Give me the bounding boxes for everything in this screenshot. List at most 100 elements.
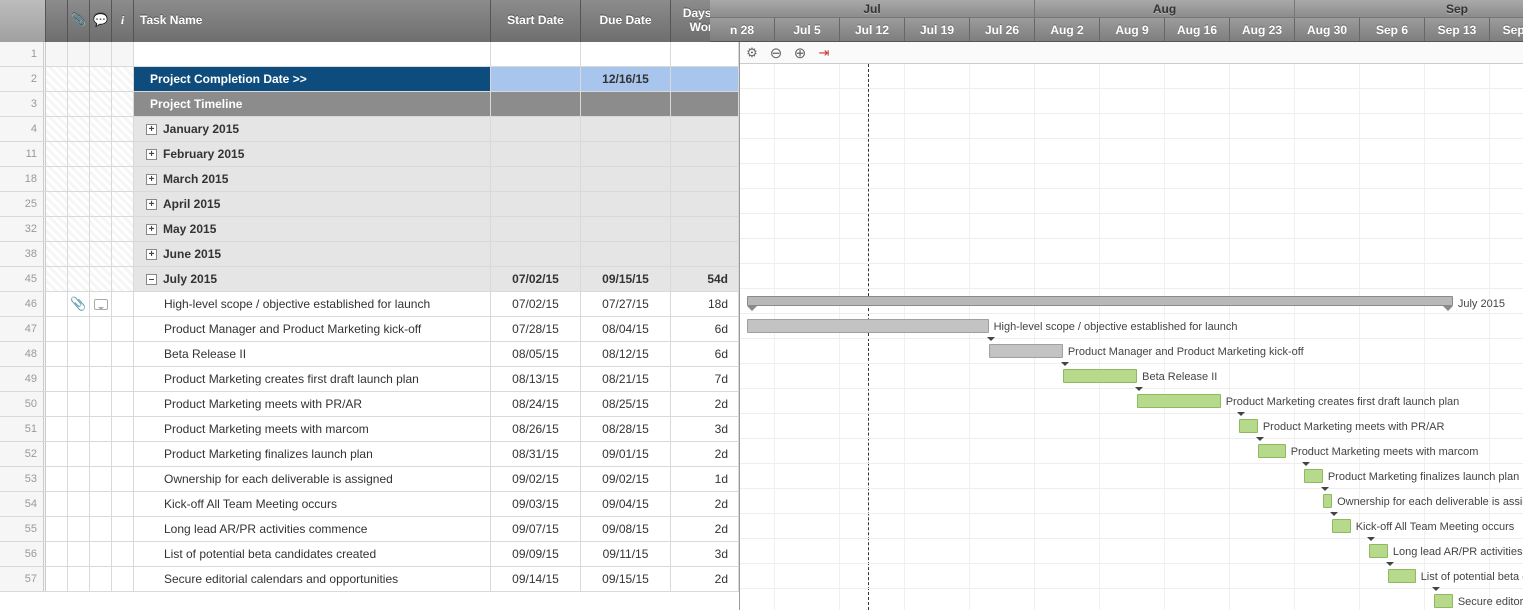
grid-row[interactable]: 18+March 2015 <box>0 167 739 192</box>
days-cell[interactable]: 09/02/15 <box>581 467 671 491</box>
days-cell[interactable]: 2d <box>671 492 739 516</box>
expand-icon[interactable]: + <box>146 124 157 135</box>
task-bar[interactable]: List of potential beta candidates create… <box>1388 569 1416 583</box>
grid-row[interactable]: 50Product Marketing meets with PR/AR08/2… <box>0 392 739 417</box>
expand-icon[interactable]: + <box>146 174 157 185</box>
row-number[interactable]: 57 <box>0 567 46 591</box>
days-cell[interactable] <box>671 242 739 266</box>
week-header[interactable]: Sep 13 <box>1425 18 1490 41</box>
gantt-row[interactable]: List of potential beta candidates create… <box>740 564 1523 589</box>
grid-row[interactable]: 49Product Marketing creates first draft … <box>0 367 739 392</box>
days-cell[interactable]: 08/21/15 <box>581 367 671 391</box>
task-bar[interactable]: Long lead AR/PR activities commence <box>1369 544 1388 558</box>
days-cell[interactable] <box>581 42 671 66</box>
gantt-row[interactable]: Long lead AR/PR activities commence <box>740 539 1523 564</box>
start-date-cell[interactable]: 09/14/15 <box>491 567 581 591</box>
row-number[interactable]: 32 <box>0 217 46 241</box>
task-name-cell[interactable]: Secure editorial calendars and opportuni… <box>134 567 491 591</box>
task-name-cell[interactable] <box>134 42 491 66</box>
startdate-header[interactable]: Start Date <box>491 0 581 42</box>
start-date-cell[interactable]: 08/13/15 <box>491 367 581 391</box>
task-bar[interactable]: Secure editorial calendars and opportuni… <box>1434 594 1453 608</box>
grid-row[interactable]: 48Beta Release II08/05/1508/12/156d <box>0 342 739 367</box>
task-bar[interactable]: Kick-off All Team Meeting occurs <box>1332 519 1351 533</box>
task-name-cell[interactable]: +June 2015 <box>134 242 491 266</box>
goto-today-icon[interactable]: ⇥ <box>816 45 832 61</box>
task-name-cell[interactable]: Beta Release II <box>134 342 491 366</box>
comment-col-header[interactable]: 💬 <box>90 0 112 42</box>
row-number[interactable]: 54 <box>0 492 46 516</box>
days-cell[interactable]: 2d <box>671 392 739 416</box>
task-bar[interactable]: Ownership for each deliverable is assign… <box>1323 494 1332 508</box>
days-cell[interactable]: 09/01/15 <box>581 442 671 466</box>
days-cell[interactable]: 08/28/15 <box>581 417 671 441</box>
start-date-cell[interactable]: 08/31/15 <box>491 442 581 466</box>
days-cell[interactable]: 2d <box>671 567 739 591</box>
task-name-cell[interactable]: Ownership for each deliverable is assign… <box>134 467 491 491</box>
task-bar[interactable]: Product Marketing meets with PR/AR <box>1239 419 1258 433</box>
gantt-row[interactable]: Product Marketing finalizes launch plan <box>740 464 1523 489</box>
grid-row[interactable]: 32 +May 2015 <box>0 217 739 242</box>
duedate-header[interactable]: Due Date <box>581 0 671 42</box>
row-number[interactable]: 18 <box>0 167 46 191</box>
task-bar[interactable]: Product Marketing finalizes launch plan <box>1304 469 1323 483</box>
zoom-out-icon[interactable]: ⊖ <box>768 45 784 61</box>
row-number[interactable]: 4 <box>0 117 46 141</box>
task-name-cell[interactable]: Product Marketing creates first draft la… <box>134 367 491 391</box>
days-cell[interactable] <box>671 92 739 116</box>
row-number[interactable]: 50 <box>0 392 46 416</box>
info-col-header[interactable]: i <box>112 0 134 42</box>
days-cell[interactable]: 09/15/15 <box>581 267 671 291</box>
start-date-cell[interactable] <box>491 192 581 216</box>
task-name-cell[interactable]: Product Marketing finalizes launch plan <box>134 442 491 466</box>
gantt-row[interactable]: Ownership for each deliverable is assign… <box>740 489 1523 514</box>
summary-bar[interactable]: July 2015 <box>747 296 1453 306</box>
start-date-cell[interactable] <box>491 142 581 166</box>
days-cell[interactable]: 2d <box>671 442 739 466</box>
grid-row[interactable]: 51Product Marketing meets with marcom08/… <box>0 417 739 442</box>
attachment-col-header[interactable]: 📎 <box>68 0 90 42</box>
task-name-cell[interactable]: –July 2015 <box>134 267 491 291</box>
days-cell[interactable] <box>581 192 671 216</box>
grid-row[interactable]: 55Long lead AR/PR activities commence09/… <box>0 517 739 542</box>
row-number[interactable]: 53 <box>0 467 46 491</box>
task-name-cell[interactable]: +May 2015 <box>134 217 491 241</box>
days-cell[interactable] <box>581 92 671 116</box>
days-cell[interactable]: 08/04/15 <box>581 317 671 341</box>
gantt-row[interactable]: High-level scope / objective established… <box>740 314 1523 339</box>
grid-row[interactable]: 1 <box>0 42 739 67</box>
week-header[interactable]: Jul 12 <box>840 18 905 41</box>
row-number[interactable]: 46 <box>0 292 46 316</box>
row-number[interactable]: 45 <box>0 267 46 291</box>
days-cell[interactable]: 07/27/15 <box>581 292 671 316</box>
days-cell[interactable]: 08/12/15 <box>581 342 671 366</box>
start-date-cell[interactable] <box>491 92 581 116</box>
task-name-cell[interactable]: +April 2015 <box>134 192 491 216</box>
days-cell[interactable]: 54d <box>671 267 739 291</box>
start-date-cell[interactable]: 09/02/15 <box>491 467 581 491</box>
days-cell[interactable] <box>671 167 739 191</box>
expand-icon[interactable]: + <box>146 249 157 260</box>
days-cell[interactable] <box>581 217 671 241</box>
days-cell[interactable]: 09/08/15 <box>581 517 671 541</box>
week-header[interactable]: Sep 6 <box>1360 18 1425 41</box>
taskname-header[interactable]: Task Name <box>134 0 491 42</box>
days-cell[interactable]: 3d <box>671 542 739 566</box>
month-header[interactable]: Jul <box>710 0 1035 17</box>
task-name-cell[interactable]: Long lead AR/PR activities commence <box>134 517 491 541</box>
week-header[interactable]: Jul 5 <box>775 18 840 41</box>
month-header[interactable]: Aug <box>1035 0 1295 17</box>
start-date-cell[interactable]: 09/07/15 <box>491 517 581 541</box>
days-cell[interactable]: 09/11/15 <box>581 542 671 566</box>
start-date-cell[interactable] <box>491 217 581 241</box>
days-cell[interactable]: 6d <box>671 317 739 341</box>
start-date-cell[interactable]: 09/03/15 <box>491 492 581 516</box>
days-cell[interactable] <box>581 242 671 266</box>
task-name-cell[interactable]: Product Marketing meets with PR/AR <box>134 392 491 416</box>
gantt-row[interactable]: July 2015 <box>740 289 1523 314</box>
week-header[interactable]: Jul 19 <box>905 18 970 41</box>
comment-icon[interactable] <box>94 299 108 310</box>
row-number[interactable]: 25 <box>0 192 46 216</box>
task-bar[interactable]: Product Manager and Product Marketing ki… <box>989 344 1063 358</box>
timeline-month-row[interactable]: JulAugSep <box>710 0 1523 18</box>
